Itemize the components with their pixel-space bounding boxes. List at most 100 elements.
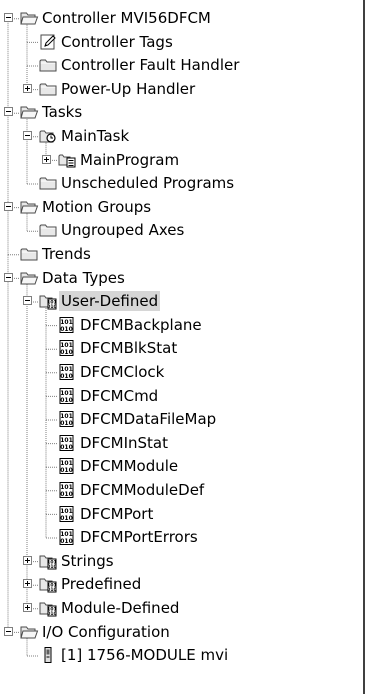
folder-icon [20,245,38,263]
tree-item-label: DFCMInStat [80,433,169,452]
tree-item-label: Predefined [61,575,142,594]
datatype-folder-icon: 101 010 [39,552,57,570]
folder-open-icon [20,103,39,121]
task-icon [39,127,57,145]
svg-text:010: 010 [60,326,73,333]
tree-item[interactable]: Tasks [0,101,360,124]
datatype-folder-icon: 101 010 [39,599,57,617]
tree-item[interactable]: 101 010 DFCMDataFileMap [0,408,360,431]
tree-item[interactable]: 101 010 Module-Defined [0,597,360,620]
tree-item[interactable]: Controller MVI56DFCM [0,7,360,30]
svg-text:010: 010 [60,444,73,451]
folder-icon [39,221,57,239]
datatype-icon: 101 010 [58,434,76,452]
folder-icon [39,80,57,98]
tree-item-label: Controller Fault Handler [61,56,240,75]
tree-item-label: Tasks [42,103,83,122]
tree-item[interactable]: 101 010 DFCMClock [0,361,360,384]
tree-item[interactable]: 101 010 DFCMPortErrors [0,526,360,549]
svg-text:010: 010 [60,491,73,498]
svg-text:010: 010 [60,373,73,380]
svg-text:010: 010 [47,587,56,593]
tree-item[interactable]: Data Types [0,267,360,290]
svg-text:010: 010 [60,538,73,545]
tree-item[interactable]: MainTask [0,125,360,148]
program-icon [58,151,76,169]
controller-organizer-tree[interactable]: Controller MVI56DFCM Controller Tags Con… [0,0,365,694]
datatype-icon: 101 010 [58,505,76,523]
datatype-icon: 101 010 [58,316,76,334]
tree-item-label: MainTask [61,127,130,145]
tree-item[interactable]: 101 010 DFCMModuleDef [0,479,360,502]
folder-open-icon [20,198,39,216]
tree-item[interactable]: I/O Configuration [0,621,360,644]
tree-item-label: DFCMClock [80,363,165,381]
tree-item[interactable]: Power-Up Handler [0,78,360,101]
tree-item[interactable]: Trends [0,243,360,266]
datatype-icon: 101 010 [58,387,76,405]
tree-item-label: DFCMBackplane [80,315,202,334]
folder-icon [39,174,57,192]
collapse-toggle[interactable] [3,107,13,117]
collapse-toggle[interactable] [22,131,32,140]
tree-item-label: MainProgram [80,150,180,169]
tree-item-label: DFCMPort [80,504,154,523]
tree-item-label: [1] 1756-MODULE mvi [61,646,229,665]
tree-item[interactable]: 101 010 DFCMBackplane [0,314,360,337]
svg-text:010: 010 [47,611,56,617]
collapse-toggle[interactable] [3,13,13,22]
tree-item[interactable]: 101 010 User-Defined [0,290,360,313]
tree-item-label: Data Types [42,268,125,287]
svg-text:010: 010 [60,467,73,474]
collapse-toggle[interactable] [3,626,13,636]
expand-toggle[interactable] [22,555,32,565]
svg-text:010: 010 [60,396,73,403]
tree-item-label: User-Defined [59,291,161,312]
collapse-toggle[interactable] [3,272,13,282]
folder-open-icon [20,623,39,641]
tree-item-label: Module-Defined [61,599,180,617]
tree-item[interactable]: 101 010 DFCMCmd [0,385,360,408]
datatype-folder-icon: 101 010 [39,575,57,593]
module-icon [39,646,57,664]
tree-item[interactable]: 101 010 DFCMInStat [0,432,360,455]
datatype-icon: 101 010 [58,339,76,357]
expand-toggle[interactable] [22,603,32,612]
datatype-icon: 101 010 [58,457,76,475]
tree-item[interactable]: 101 010 DFCMModule [0,455,360,478]
expand-toggle[interactable] [22,83,32,93]
collapse-toggle[interactable] [22,296,32,306]
svg-text:010: 010 [60,420,73,427]
tree-item[interactable]: 101 010 Strings [0,550,360,573]
tree-item[interactable]: 101 010 DFCMBlkStat [0,337,360,360]
tree-item[interactable]: Unscheduled Programs [0,172,360,195]
tree-item[interactable]: 101 010 Predefined [0,573,360,596]
tree-item-label: Motion Groups [42,197,152,216]
tree-item-label: Controller MVI56DFCM [42,9,211,27]
collapse-toggle[interactable] [3,201,13,211]
tree-item-label: Controller Tags [61,32,173,51]
tree-item[interactable]: Controller Fault Handler [0,54,360,77]
folder-open-icon [20,9,39,27]
datatype-folder-icon: 101 010 [39,292,57,310]
svg-text:010: 010 [60,349,73,356]
controller-tags-icon [39,33,57,51]
tree-item-label: DFCMCmd [80,386,159,405]
tree-item-label: DFCMDataFileMap [80,410,217,429]
tree-item-label: DFCMModule [80,457,179,476]
tree-item-label: DFCMBlkStat [80,339,178,358]
tree-item[interactable]: 101 010 DFCMPort [0,503,360,526]
svg-text:010: 010 [47,304,56,310]
datatype-icon: 101 010 [58,410,76,428]
expand-toggle[interactable] [22,579,32,589]
tree-item[interactable]: Controller Tags [0,31,360,54]
tree-item[interactable]: Motion Groups [0,196,360,219]
tree-item-label: Power-Up Handler [61,79,196,98]
tree-item[interactable]: Ungrouped Axes [0,219,360,242]
expand-toggle[interactable] [41,154,51,164]
tree-item[interactable]: MainProgram [0,149,360,172]
svg-text:010: 010 [47,564,56,570]
tree-item-label: Strings [61,551,114,570]
tree-item[interactable]: [1] 1756-MODULE mvi [0,644,360,667]
folder-icon [39,56,57,74]
